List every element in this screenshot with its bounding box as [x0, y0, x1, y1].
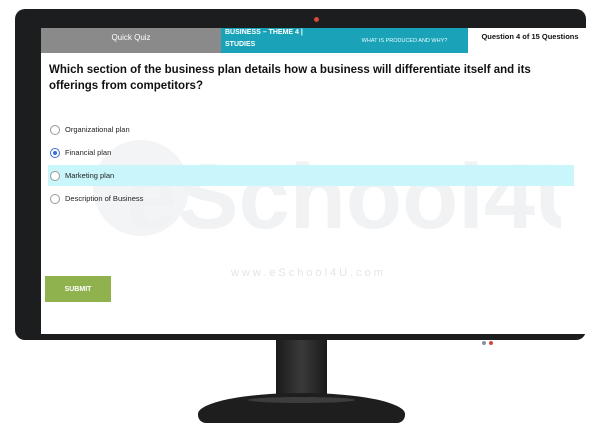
monitor-stand-base: [198, 393, 405, 423]
question-text: Which section of the business plan detai…: [49, 64, 531, 92]
option-marketing-plan[interactable]: Marketing plan: [48, 165, 574, 186]
monitor-frame: Quick Quiz BUSINESS – THEME 4 | STUDIES …: [15, 9, 592, 345]
quiz-header: Quick Quiz BUSINESS – THEME 4 | STUDIES …: [41, 28, 592, 53]
status-light-icon: [482, 341, 486, 345]
radio-button[interactable]: [50, 170, 60, 181]
option-label: Organizational plan: [65, 125, 130, 134]
watermark-url: www.eSchool4U.com: [230, 267, 386, 279]
option-financial-plan[interactable]: Financial plan: [48, 142, 574, 163]
topic-label: WHAT IS PRODUCED AND WHY?: [341, 28, 468, 53]
subject-line-1: BUSINESS – THEME 4 |: [225, 29, 303, 36]
option-description-of-business[interactable]: Description of Business: [48, 188, 574, 209]
subject-line-2: STUDIES: [225, 41, 256, 48]
option-label: Financial plan: [65, 148, 112, 157]
radio-button[interactable]: [50, 193, 60, 204]
webcam-icon: [314, 17, 319, 22]
submit-button[interactable]: SUBMIT: [45, 276, 111, 302]
power-light-icon: [489, 341, 493, 345]
option-label: Description of Business: [65, 194, 144, 203]
option-organizational-plan[interactable]: Organizational plan: [48, 119, 574, 140]
subject-label: BUSINESS – THEME 4 | STUDIES: [221, 28, 341, 53]
quiz-title: Quick Quiz: [41, 28, 221, 53]
radio-button[interactable]: [50, 147, 60, 158]
radio-button[interactable]: [50, 124, 60, 135]
monitor-stand-neck: [276, 340, 327, 395]
option-label: Marketing plan: [65, 171, 115, 180]
question-progress: Question 4 of 15 Questions: [481, 32, 579, 41]
quiz-screen: Quick Quiz BUSINESS – THEME 4 | STUDIES …: [41, 28, 592, 334]
